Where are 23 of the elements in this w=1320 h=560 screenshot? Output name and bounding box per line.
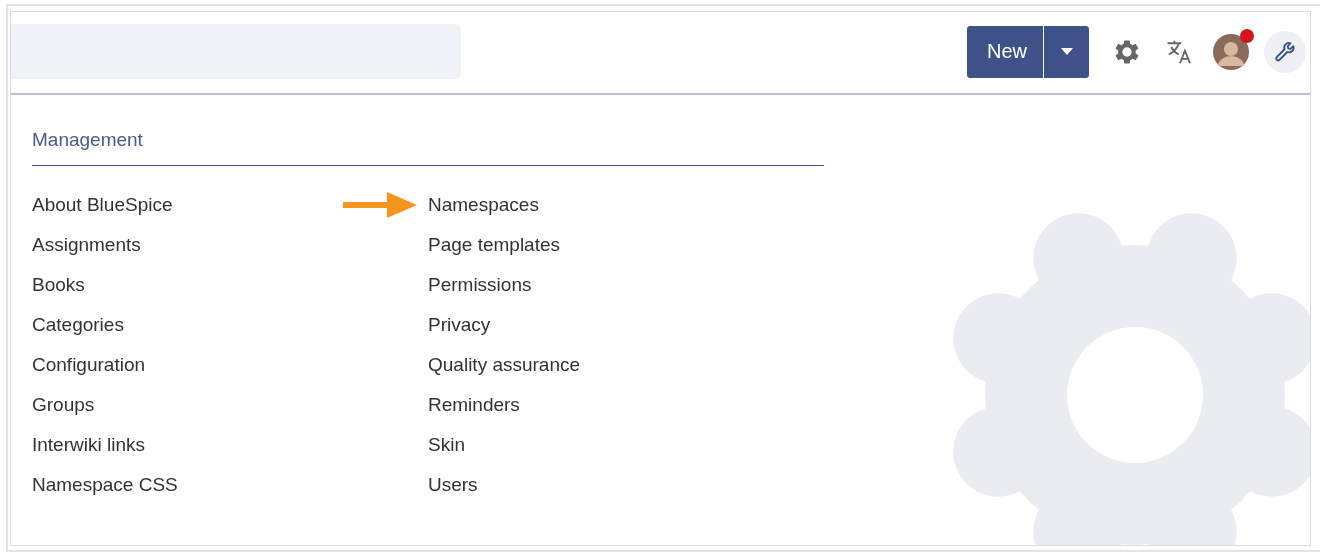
menu-link[interactable]: Books [32,274,85,295]
menu-link[interactable]: Interwiki links [32,434,145,455]
menu-link[interactable]: Privacy [428,314,491,335]
menu-link[interactable]: Groups [32,394,95,415]
menu-link[interactable]: Quality assurance [428,354,581,375]
search-field[interactable] [11,24,461,79]
menu-link[interactable]: Users [428,474,478,495]
wrench-icon [1274,40,1296,63]
menu-link[interactable]: About BlueSpice [32,194,173,215]
new-button[interactable]: New [967,25,1044,78]
menu-link[interactable]: Page templates [428,234,561,255]
caret-icon [1060,48,1073,55]
menu-link[interactable]: Namespace CSS [32,474,178,495]
menu-link[interactable]: Skin [428,434,465,455]
menu-link[interactable]: Permissions [428,274,532,295]
menu-link[interactable]: Categories [32,314,124,335]
menu-link[interactable]: Configuration [32,354,146,375]
menu-link[interactable]: Namespaces [428,194,539,215]
section-heading: Management [32,129,824,166]
wrench-button[interactable] [1264,30,1306,73]
avatar[interactable] [1213,33,1249,70]
menu-link[interactable]: Reminders [428,394,520,415]
menu-link[interactable]: Assignments [32,234,141,255]
